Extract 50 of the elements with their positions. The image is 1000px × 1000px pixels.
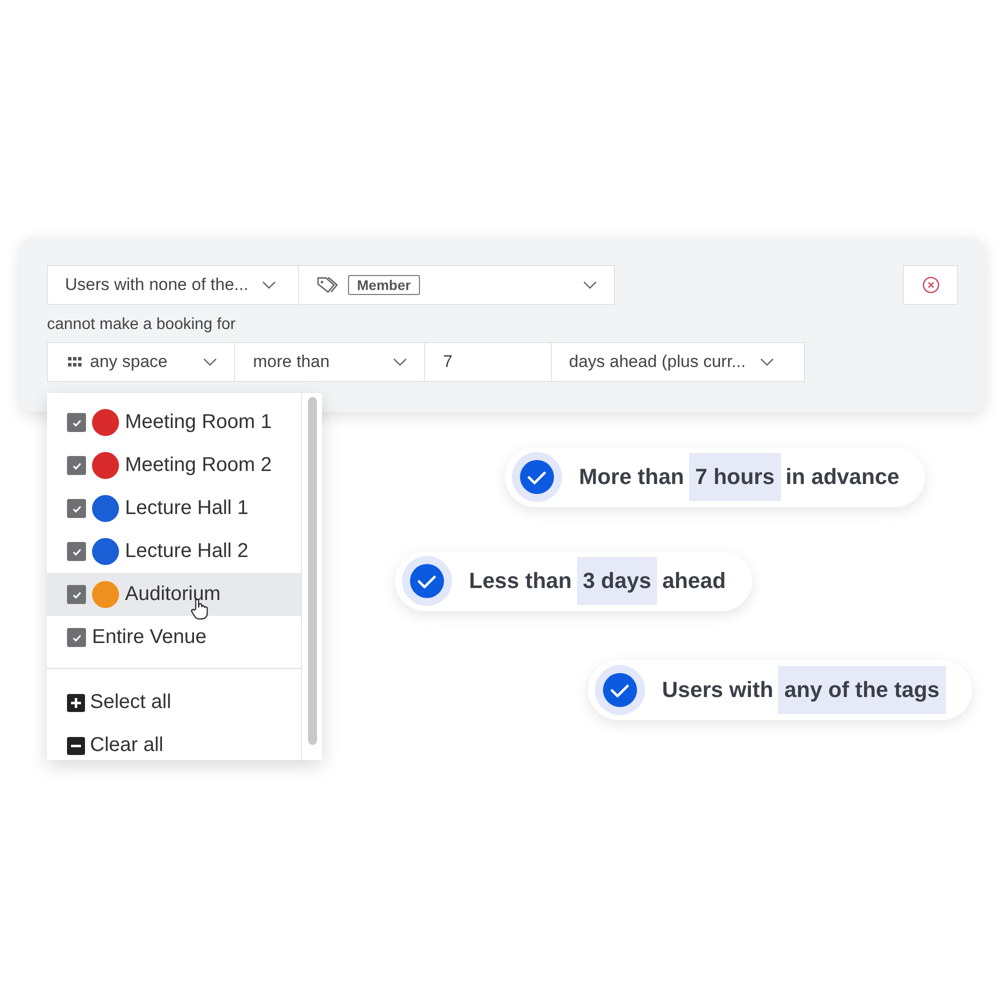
option-label: Lecture Hall 2 — [125, 540, 248, 563]
space-option[interactable]: Lecture Hall 2 — [47, 530, 301, 573]
select-all-button[interactable]: Select all — [47, 681, 172, 724]
remove-button[interactable] — [903, 265, 958, 305]
condition-text: More than — [579, 464, 684, 490]
chevron-icon — [760, 358, 774, 366]
checkbox[interactable] — [67, 456, 86, 475]
highlighted-value: 7 hours — [689, 453, 781, 501]
rule-label: cannot make a booking for — [47, 316, 237, 334]
space-option[interactable]: Lecture Hall 1 — [47, 487, 301, 530]
option-label: Meeting Room 1 — [125, 411, 272, 434]
highlighted-value: 3 days — [576, 557, 658, 605]
checkbox[interactable] — [67, 413, 86, 432]
condition-text: ahead — [662, 568, 726, 594]
option-label: Lecture Hall 1 — [125, 497, 248, 520]
checkbox[interactable] — [67, 499, 86, 518]
chevron-icon — [203, 358, 217, 366]
condition-text: Less than — [469, 568, 572, 594]
condition-text: in advance — [786, 464, 900, 490]
checkbox[interactable] — [67, 628, 86, 647]
comparison-select[interactable]: more than — [235, 342, 425, 382]
space-option[interactable]: Meeting Room 1 — [47, 401, 301, 444]
tag-field[interactable]: Member — [299, 265, 615, 305]
check-circle-icon — [512, 452, 562, 502]
grid-icon — [68, 357, 82, 367]
check-circle-icon — [595, 665, 645, 715]
option-label: Meeting Room 2 — [125, 454, 272, 477]
chevron-icon — [583, 281, 597, 289]
tag-chip: Member — [348, 275, 420, 295]
clear-all-button[interactable]: Clear all — [47, 724, 164, 760]
plus-icon — [67, 694, 85, 712]
space-option[interactable]: Entire Venue — [47, 616, 301, 659]
user-select[interactable]: Users with none of the... — [47, 265, 299, 305]
unit-select[interactable]: days ahead (plus curr... — [552, 342, 805, 382]
option-label: Entire Venue — [92, 626, 207, 649]
option-label: Auditorium — [125, 583, 221, 606]
minus-icon — [67, 736, 85, 754]
scrollbar-thumb[interactable] — [308, 397, 316, 745]
checkbox[interactable] — [67, 542, 86, 561]
space-option[interactable]: Meeting Room 2 — [47, 444, 301, 487]
check-circle-icon — [402, 556, 452, 606]
highlighted-value: any of the tags — [778, 666, 946, 714]
condition-text: Users with — [662, 677, 774, 703]
chevron-icon — [262, 281, 276, 289]
close-icon — [922, 276, 940, 294]
chevron-icon — [393, 358, 407, 366]
tag-icon — [316, 276, 340, 294]
amount-field[interactable]: 7 — [425, 342, 552, 382]
space-select[interactable]: any space — [47, 342, 235, 382]
checkbox[interactable] — [67, 585, 86, 604]
